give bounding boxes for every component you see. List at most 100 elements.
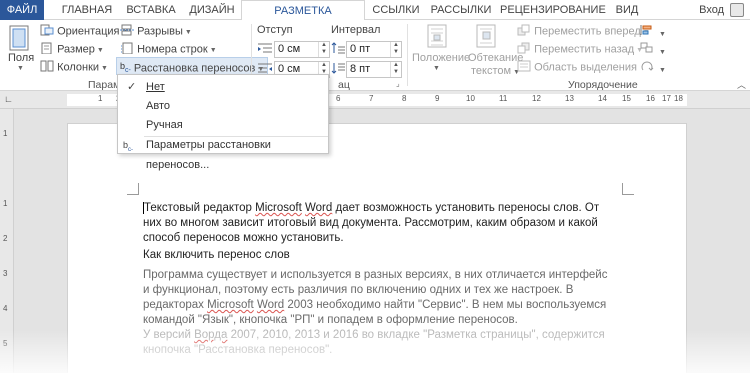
ruler-mark: 1	[3, 199, 8, 208]
ruler-mark: 1	[98, 94, 103, 103]
tab-view[interactable]: ВИД	[612, 0, 642, 20]
ruler-mark: 3	[3, 269, 8, 278]
hyphenation-options-item[interactable]: bc- Параметры расстановки переносов...	[118, 135, 328, 171]
group-paragraph-label: ац	[338, 79, 350, 91]
chevron-down-icon: ▼	[101, 65, 108, 73]
indent-title: Отступ	[257, 24, 293, 36]
line-numbers-button[interactable]: Номера строк ▼	[120, 42, 217, 57]
columns-icon	[40, 60, 54, 75]
columns-label: Колонки	[57, 61, 100, 74]
chevron-down-icon: ▼	[17, 65, 24, 72]
page-size-icon	[40, 42, 54, 57]
tab-file[interactable]: ФАЙЛ	[0, 0, 44, 20]
crop-mark	[127, 183, 139, 195]
breaks-icon	[120, 24, 134, 39]
ruler-mark: 1	[3, 129, 8, 138]
orientation-button[interactable]: Ориентация▼	[40, 24, 128, 39]
ruler-mark: 12	[532, 94, 541, 103]
ruler-mark: 6	[336, 94, 341, 103]
send-backward-button[interactable]: Переместить назад ▼	[517, 42, 643, 57]
wrap-text-line2[interactable]: текстом ▼	[471, 65, 520, 77]
position-label[interactable]: Положение	[412, 52, 470, 64]
ruler-mark: 16	[646, 94, 655, 103]
account-icon[interactable]	[730, 3, 744, 17]
breaks-label: Разрывы	[137, 25, 183, 38]
hyphenation-options-icon: bc-	[123, 140, 134, 153]
size-label: Размер	[57, 43, 95, 56]
breaks-button[interactable]: Разрывы ▼	[120, 24, 192, 39]
spacing-before-field[interactable]: 0 пт ▲ ▼	[346, 41, 402, 58]
hyphenation-dropdown-menu: ✓ Нет Авто Ручная bc- Параметры расстано…	[117, 74, 329, 171]
ruler-mark: 5	[3, 339, 8, 348]
vertical-ruler[interactable]: 1 1 2 3 4 5	[0, 109, 14, 373]
bring-forward-label: Переместить вперед	[534, 25, 641, 38]
bring-forward-button[interactable]: Переместить вперед▼	[517, 24, 650, 39]
ruler-mark: 14	[598, 94, 607, 103]
selection-pane-icon	[517, 60, 531, 75]
ruler-mark: 15	[622, 94, 631, 103]
tab-review[interactable]: РЕЦЕНЗИРОВАНИЕ	[500, 0, 606, 20]
body-paragraph-3[interactable]: У версий Ворда 2007, 2010, 2013 и 2016 в…	[143, 328, 613, 358]
margins-icon[interactable]	[7, 24, 33, 54]
spinner-arrows-icon[interactable]: ▲ ▼	[318, 42, 329, 57]
ruler-mark: 9	[435, 94, 440, 103]
hyphenation-option-manual[interactable]: Ручная	[118, 115, 328, 135]
tab-references[interactable]: ССЫЛКИ	[370, 0, 422, 20]
checkmark-icon: ✓	[127, 81, 137, 93]
tab-mailings[interactable]: РАССЫЛКИ	[430, 0, 492, 20]
wrap-text-icon[interactable]	[475, 24, 497, 51]
send-backward-icon	[517, 42, 531, 57]
chevron-down-icon: ▼	[209, 47, 217, 55]
rotate-icon[interactable]: ▼	[639, 60, 666, 75]
margins-label[interactable]: Поля	[8, 52, 34, 64]
body-paragraph-2[interactable]: Программа существует и используется в ра…	[143, 268, 613, 328]
spacing-before-value: 0 пт	[350, 43, 371, 55]
ruler-mark: 17	[662, 94, 671, 103]
spacing-after-value: 8 пт	[350, 63, 371, 75]
hyphenation-option-label: Авто	[146, 100, 170, 112]
tab-page-layout[interactable]: РАЗМЕТКА СТРАНИЦЫ	[241, 0, 365, 37]
crop-mark	[622, 183, 634, 195]
group-arrange-label: Упорядочение	[568, 79, 638, 91]
spinner-arrows-icon[interactable]: ▲ ▼	[390, 42, 401, 57]
ruler-mark: 8	[402, 94, 407, 103]
bring-forward-icon	[517, 24, 531, 39]
body-paragraph-1[interactable]: Текстовый редактор Microsoft Word дает в…	[143, 201, 613, 246]
tab-design[interactable]: ДИЗАЙН	[186, 0, 238, 20]
tab-insert[interactable]: ВСТАВКА	[122, 0, 180, 20]
selection-pane-button[interactable]: Область выделения	[517, 60, 637, 75]
tab-home[interactable]: ГЛАВНАЯ	[58, 0, 116, 20]
ruler-mark: 11	[499, 94, 508, 103]
indent-left-value: 0 см	[278, 43, 301, 55]
ruler-mark: 2	[3, 234, 8, 243]
section-heading[interactable]: Как включить перенос слов	[143, 248, 613, 263]
indent-left-field[interactable]: 0 см ▲ ▼	[274, 41, 330, 58]
position-icon[interactable]	[426, 24, 448, 51]
line-numbers-icon	[120, 42, 134, 57]
ribbon-divider	[407, 24, 408, 86]
ribbon-tab-bar: ФАЙЛ ГЛАВНАЯ ВСТАВКА ДИЗАЙН РАЗМЕТКА СТР…	[0, 0, 750, 37]
spacing-after-field[interactable]: 8 пт ▲ ▼	[346, 61, 402, 78]
horizontal-ruler[interactable]: ∟ 1 2 1 2 3 4 5 6 7 8 9 10 11 12 13 14 1…	[0, 91, 750, 109]
spacing-after-icon	[331, 62, 345, 77]
line-numbers-label: Номера строк	[137, 43, 208, 56]
wrap-text-line1[interactable]: Обтекание	[468, 52, 523, 64]
columns-button[interactable]: Колонки ▼	[40, 60, 108, 75]
spinner-arrows-icon[interactable]: ▲ ▼	[390, 62, 401, 77]
collapse-ribbon-icon[interactable]: ︿	[737, 78, 746, 91]
sign-in-link[interactable]: Вход	[699, 0, 724, 20]
size-button[interactable]: Размер ▼	[40, 42, 104, 57]
chevron-down-icon: ▼	[96, 47, 104, 55]
group-icon[interactable]: ▼	[639, 42, 666, 57]
orientation-icon	[40, 24, 54, 39]
tab-stop-selector-icon[interactable]: ∟	[4, 94, 13, 104]
send-backward-label: Переместить назад	[534, 43, 635, 56]
dialog-launcher-icon[interactable]: ⌟	[396, 79, 400, 88]
ruler-mark: 10	[466, 94, 475, 103]
hyphenation-button[interactable]: bc- Расстановка переносов ▼	[116, 57, 269, 75]
hyphenation-option-auto[interactable]: Авто	[118, 96, 328, 116]
hyphenation-option-label: Ручная	[146, 119, 183, 131]
hyphenation-option-none[interactable]: ✓ Нет	[118, 77, 328, 97]
chevron-down-icon: ▼	[184, 29, 192, 37]
align-icon[interactable]: ▼	[639, 24, 666, 39]
